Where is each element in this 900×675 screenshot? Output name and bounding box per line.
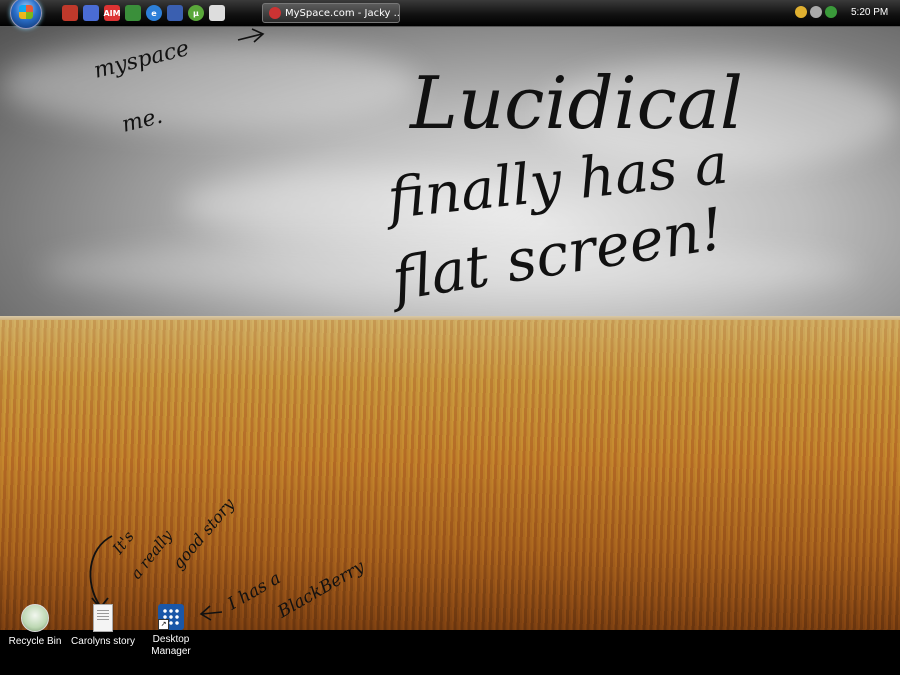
windows-logo-icon — [19, 5, 33, 19]
desktop-icon-recycle-bin[interactable]: Recycle Bin — [0, 604, 70, 648]
desktop-icon-label: Carolyns story — [71, 636, 135, 647]
recycle-bin-icon — [21, 604, 49, 632]
blackberry-desktop-manager-icon: ↗ — [158, 604, 184, 630]
quick-launch-bar: AIM e µ — [62, 5, 225, 21]
taskbar-clock[interactable]: 5:20 PM — [851, 7, 888, 18]
utorrent-icon[interactable]: µ — [188, 5, 204, 21]
browser-icon — [269, 7, 281, 19]
aim-icon[interactable]: AIM — [103, 5, 121, 21]
wallpaper-sky — [0, 0, 900, 320]
desktop-wallpaper: myspace me. Lucidical finally has a flat… — [0, 0, 900, 630]
desktop-icon-label: Desktop Manager — [151, 634, 191, 657]
internet-explorer-icon[interactable]: e — [146, 5, 162, 21]
network-icon[interactable] — [795, 6, 807, 18]
desktop-icon-carolyns-story[interactable]: Carolyns story — [68, 604, 138, 648]
wallpaper-wheat-field — [0, 320, 900, 630]
volume-icon[interactable] — [810, 6, 822, 18]
desktop-icon-desktop-manager[interactable]: ↗ Desktop Manager — [136, 604, 206, 658]
desktop-icon-label: Recycle Bin — [8, 636, 62, 647]
refresh-icon[interactable] — [125, 5, 141, 21]
taskbar: AIM e µ MySpace.com - Jacky ... 5:20 PM — [0, 0, 900, 29]
ghost-icon[interactable] — [209, 5, 225, 21]
firefox-icon[interactable] — [62, 5, 78, 21]
shortcut-arrow-icon: ↗ — [158, 619, 169, 630]
taskbar-window-title: MySpace.com - Jacky ... — [285, 7, 400, 19]
security-icon[interactable] — [825, 6, 837, 18]
taskbar-window-myspace[interactable]: MySpace.com - Jacky ... — [262, 3, 400, 23]
system-tray — [795, 6, 837, 18]
play-icon[interactable] — [167, 5, 183, 21]
start-button[interactable] — [10, 0, 42, 29]
text-document-icon — [93, 604, 113, 632]
media-icon[interactable] — [83, 5, 99, 21]
